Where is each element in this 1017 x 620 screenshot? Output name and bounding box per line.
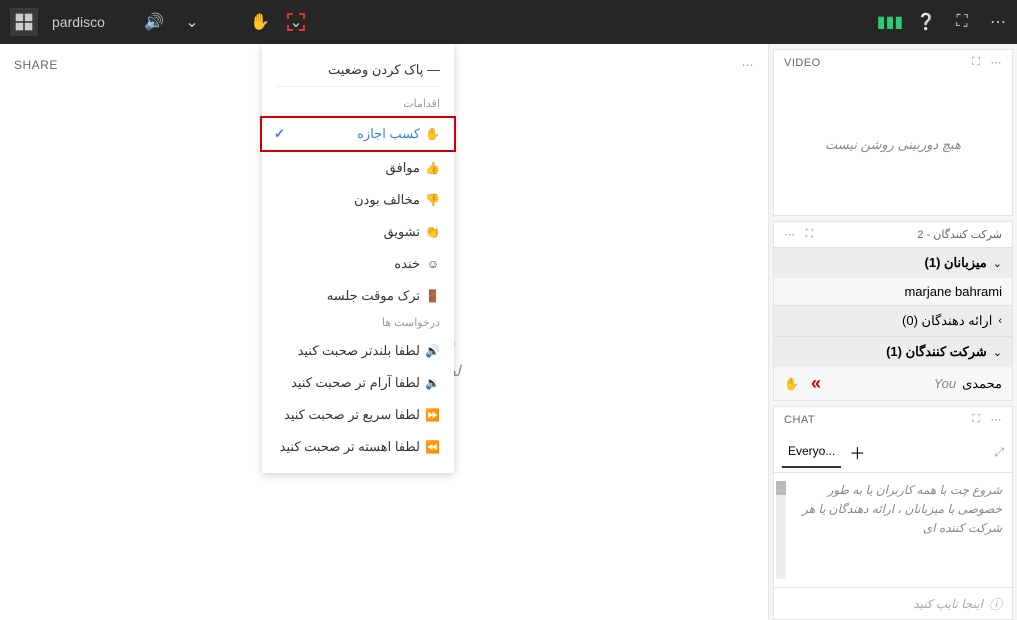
clap-icon: 👏 xyxy=(426,225,440,239)
video-fullscreen-icon[interactable]: ⛶ xyxy=(972,56,980,69)
raised-hand-icon: ✋ xyxy=(784,377,799,391)
header-right: ▮▮▮ ❔ ⛶ ⋯ xyxy=(881,13,1007,31)
app-title: pardisco xyxy=(52,14,105,30)
dropdown-item-disagree[interactable]: 👎مخالف بودن xyxy=(262,184,454,216)
chat-more-icon[interactable]: ⋯ xyxy=(991,413,1003,426)
status-dropdown: — پاک کردن وضعیت اقدامات ✋کسب اجازه 👍موا… xyxy=(262,44,454,473)
hand-chevron-icon[interactable]: ⌄ xyxy=(287,13,305,31)
hand-icon[interactable]: ✋ xyxy=(251,13,269,31)
chat-input-row: ⓘ اینجا تایپ کنید xyxy=(774,587,1012,619)
chat-add-tab[interactable]: ＋ xyxy=(841,432,873,472)
chat-empty-text: شروع چت با همه کاربران یا به طور خصوصی ب… xyxy=(802,483,1002,535)
chat-scroll-thumb[interactable] xyxy=(776,481,786,495)
host-entry[interactable]: marjane bahrami xyxy=(774,278,1012,305)
dropdown-item-laugh[interactable]: ☺خنده xyxy=(262,248,454,280)
dropdown-item-speak-faster[interactable]: ⏩لطفا سریع تر صحبت کنید xyxy=(262,399,454,431)
smile-icon: ☺ xyxy=(426,257,440,271)
thumbs-down-icon: 👎 xyxy=(426,193,440,207)
help-icon[interactable]: ❔ xyxy=(917,13,935,31)
video-more-icon[interactable]: ⋯ xyxy=(991,56,1003,69)
chat-expand-icon[interactable]: ⤢ xyxy=(994,445,1004,460)
chat-input[interactable]: اینجا تایپ کنید xyxy=(784,597,983,611)
video-panel: VIDEO ⛶ ⋯ هیچ دوربینی روشن نیست xyxy=(773,49,1013,216)
attendees-label: شرکت کنندگان - 2 xyxy=(917,228,1002,241)
app-logo xyxy=(10,8,38,36)
attendees-header: شرکت کنندگان - 2 ⛶ ⋯ xyxy=(774,222,1012,247)
group-presenters-label: ارائه دهندگان (0) xyxy=(902,313,992,329)
chat-panel: CHAT ⛶ ⋯ Everyo... ＋ ⤢ شروع چت با همه کا… xyxy=(773,406,1013,620)
dropdown-item-speak-slower[interactable]: ⏪لطفا اهسته تر صحبت کنید xyxy=(262,431,454,463)
chevron-down-icon: ⌄ xyxy=(993,346,1002,359)
info-icon[interactable]: ⓘ xyxy=(989,594,1002,613)
chat-tab-everyone[interactable]: Everyo... xyxy=(782,436,841,468)
chat-body: شروع چت با همه کاربران یا به طور خصوصی ب… xyxy=(774,473,1012,587)
chevron-right-icon: › xyxy=(998,315,1002,327)
chat-label: CHAT xyxy=(784,414,815,426)
share-more-icon[interactable]: ⋯ xyxy=(742,58,755,72)
dropdown-item-speak-softer[interactable]: 🔉لطفا آرام تر صحبت کنید xyxy=(262,367,454,399)
chat-fullscreen-icon[interactable]: ⛶ xyxy=(972,413,980,426)
app-header: pardisco 🔊 ⌄ ✋ ⌄ ▮▮▮ ❔ ⛶ ⋯ xyxy=(0,0,1017,44)
video-body: هیچ دوربینی روشن نیست xyxy=(774,75,1012,215)
host-name: marjane bahrami xyxy=(904,284,1002,299)
participant-you-badge: You xyxy=(934,376,956,391)
dropdown-section-actions: اقدامات xyxy=(262,93,454,116)
video-empty-text: هیچ دوربینی روشن نیست xyxy=(825,137,961,153)
speaker-icon[interactable]: 🔊 xyxy=(145,13,163,31)
fast-forward-icon: ⏩ xyxy=(426,408,440,422)
dropdown-item-applaud[interactable]: 👏تشویق xyxy=(262,216,454,248)
group-participants-label: شرکت کنندگان (1) xyxy=(886,344,987,360)
thumbs-up-icon: 👍 xyxy=(426,161,440,175)
video-label: VIDEO xyxy=(784,57,821,69)
dropdown-clear-status[interactable]: — پاک کردن وضعیت xyxy=(276,54,440,87)
signal-icon[interactable]: ▮▮▮ xyxy=(881,13,899,31)
right-sidebar: VIDEO ⛶ ⋯ هیچ دوربینی روشن نیست شرکت کنن… xyxy=(769,44,1017,620)
share-label: SHARE xyxy=(14,58,58,72)
attendees-more-icon[interactable]: ⋯ xyxy=(784,228,796,241)
dropdown-item-step-away[interactable]: 🚪ترک موقت جلسه xyxy=(262,280,454,312)
group-hosts[interactable]: ⌄ میزبانان (1) xyxy=(774,247,1012,278)
chevron-down-icon: ⌄ xyxy=(993,257,1002,270)
dropdown-section-requests: درخواست ها xyxy=(262,312,454,335)
rewind-icon: ⏪ xyxy=(426,440,440,454)
attendees-fullscreen-icon[interactable]: ⛶ xyxy=(806,228,814,241)
volume-down-icon: 🔉 xyxy=(426,376,440,390)
group-participants[interactable]: ⌄ شرکت کنندگان (1) xyxy=(774,336,1012,367)
speaker-chevron-icon[interactable]: ⌄ xyxy=(183,13,201,31)
dropdown-item-agree[interactable]: 👍موافق xyxy=(262,152,454,184)
group-presenters[interactable]: › ارائه دهندگان (0) xyxy=(774,305,1012,336)
group-hosts-label: میزبانان (1) xyxy=(924,255,986,271)
arrow-indicator-icon: » xyxy=(811,373,821,394)
more-icon[interactable]: ⋯ xyxy=(989,13,1007,31)
volume-up-icon: 🔊 xyxy=(426,344,440,358)
video-header: VIDEO ⛶ ⋯ xyxy=(774,50,1012,75)
raise-hand-icon: ✋ xyxy=(426,127,440,141)
chat-scrollbar[interactable] xyxy=(776,481,786,579)
participant-name: محمدی xyxy=(962,376,1002,392)
door-icon: 🚪 xyxy=(426,289,440,303)
body: SHARE ⋯ چیزی به شده لطفا منتظر بمانی وع … xyxy=(0,44,1017,620)
dropdown-item-raise-hand[interactable]: ✋کسب اجازه xyxy=(260,116,456,152)
fullscreen-icon[interactable]: ⛶ xyxy=(953,13,971,31)
attendees-panel: شرکت کنندگان - 2 ⛶ ⋯ ⌄ میزبانان (1) marj… xyxy=(773,221,1013,401)
header-controls: 🔊 ⌄ ✋ ⌄ xyxy=(145,13,305,31)
chat-header: CHAT ⛶ ⋯ xyxy=(774,407,1012,432)
dropdown-item-speak-louder[interactable]: 🔊لطفا بلندتر صحبت کنید xyxy=(262,335,454,367)
chat-tabs: Everyo... ＋ ⤢ xyxy=(774,432,1012,473)
participant-entry[interactable]: محمدی You » ✋ xyxy=(774,367,1012,400)
